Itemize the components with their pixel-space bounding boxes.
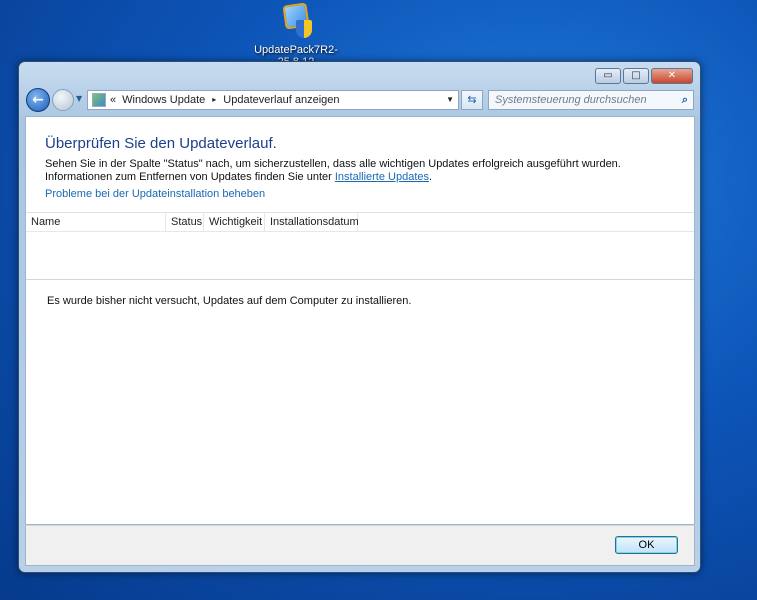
breadcrumb-update-history[interactable]: Updateverlauf anzeigen (223, 91, 339, 109)
footer: OK (25, 525, 695, 566)
description: Sehen Sie in der Spalte "Status" nach, u… (45, 158, 685, 184)
breadcrumb-separator-icon[interactable]: ▸ (212, 91, 216, 109)
refresh-button[interactable]: ⇆ (461, 90, 483, 110)
forward-button[interactable] (52, 89, 74, 111)
installed-updates-link[interactable]: Installierte Updates (335, 171, 429, 183)
windows-update-history-window: ▭ □ ✕ ← ▼ « Windows Update ▸ Updateverla… (18, 61, 701, 573)
control-panel-icon (92, 93, 106, 107)
desktop-icon-updatepack[interactable]: UpdatePack7R2-25.8.12 (236, 2, 356, 68)
column-install-date[interactable]: Installationsdatum (265, 213, 359, 231)
troubleshoot-link[interactable]: Probleme bei der Updateinstallation behe… (45, 188, 265, 200)
ok-button[interactable]: OK (615, 536, 678, 554)
divider (26, 279, 694, 280)
breadcrumb-windows-update[interactable]: Windows Update (122, 91, 205, 109)
description-end: . (429, 171, 433, 183)
page-title: Überprüfen Sie den Updateverlauf. (45, 135, 277, 152)
description-text: Sehen Sie in der Spalte "Status" nach, u… (45, 158, 621, 183)
search-placeholder: Systemsteuerung durchsuchen (495, 94, 647, 106)
maximize-button[interactable]: □ (623, 68, 649, 84)
empty-message: Es wurde bisher nicht versucht, Updates … (47, 295, 412, 307)
address-bar[interactable]: « Windows Update ▸ Updateverlauf anzeige… (87, 90, 459, 110)
address-dropdown-icon[interactable]: ▼ (446, 91, 454, 109)
search-input[interactable]: Systemsteuerung durchsuchen ⌕ (488, 90, 694, 110)
search-icon[interactable]: ⌕ (682, 91, 688, 109)
column-status[interactable]: Status (166, 213, 204, 231)
update-package-icon (278, 2, 314, 40)
back-button[interactable]: ← (26, 88, 50, 112)
breadcrumb-overflow[interactable]: « (110, 91, 116, 109)
content-pane: Überprüfen Sie den Updateverlauf. Sehen … (25, 116, 695, 525)
minimize-button[interactable]: ▭ (595, 68, 621, 84)
close-button[interactable]: ✕ (651, 68, 693, 84)
table-header: Name Status Wichtigkeit Installationsdat… (26, 212, 694, 232)
recent-pages-dropdown-icon[interactable]: ▼ (76, 94, 82, 103)
column-name[interactable]: Name (26, 213, 166, 231)
column-importance[interactable]: Wichtigkeit (204, 213, 265, 231)
